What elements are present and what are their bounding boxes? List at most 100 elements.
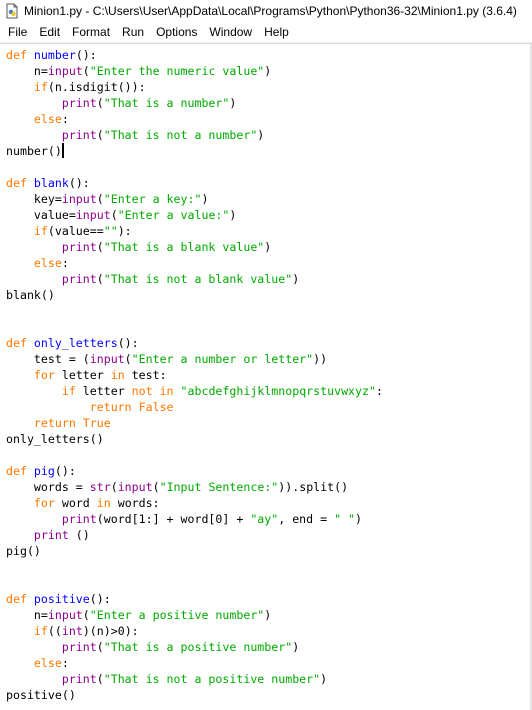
code-line[interactable]: def pig():	[6, 463, 532, 479]
code-token-st: "Enter the numeric value"	[89, 64, 265, 78]
code-line[interactable]: if(value==""):	[6, 223, 532, 239]
code-line[interactable]: if(n.isdigit()):	[6, 79, 532, 95]
menu-format[interactable]: Format	[66, 25, 116, 39]
code-token: ((	[47, 624, 62, 638]
code-line[interactable]: test = (input("Enter a number or letter"…	[6, 351, 532, 367]
code-token-kw: if	[33, 224, 48, 238]
code-token-kw: if	[61, 384, 76, 398]
code-token-st: "Enter a positive number"	[89, 608, 265, 622]
code-token: ():	[75, 48, 97, 62]
code-line[interactable]: print("That is a blank value")	[6, 239, 532, 255]
code-token: , end =	[278, 512, 335, 526]
code-line[interactable]: return False	[6, 399, 532, 415]
code-line[interactable]: def only_letters():	[6, 335, 532, 351]
code-line[interactable]	[6, 447, 532, 463]
code-line[interactable]: pig()	[6, 543, 532, 559]
code-token: :	[61, 256, 69, 270]
code-token-st: "That is not a blank value"	[103, 272, 293, 286]
code-line[interactable]: else:	[6, 111, 532, 127]
code-line[interactable]: number()	[6, 143, 532, 159]
code-line[interactable]: if letter not in "abcdefghijklmnopqrstuv…	[6, 383, 532, 399]
code-token-st: "Enter a key:"	[103, 192, 202, 206]
code-token-df: number	[33, 48, 76, 62]
code-token: test = (	[6, 352, 90, 366]
code-token-bi: print	[61, 96, 97, 110]
menu-edit[interactable]: Edit	[33, 25, 66, 39]
code-token: )	[229, 96, 237, 110]
code-line[interactable]	[6, 559, 532, 575]
menu-file[interactable]: File	[2, 25, 33, 39]
code-line[interactable]: blank()	[6, 287, 532, 303]
code-line[interactable]: print("That is a number")	[6, 95, 532, 111]
code-token: ():	[68, 176, 90, 190]
menu-options[interactable]: Options	[150, 25, 203, 39]
code-token: )(n)>0):	[82, 624, 139, 638]
code-token-bi: print	[61, 128, 97, 142]
code-line[interactable]: for word in words:	[6, 495, 532, 511]
code-line[interactable]: positive()	[6, 687, 532, 703]
code-editor[interactable]: def number(): n=input("Enter the numeric…	[0, 43, 532, 710]
code-token-kw: def	[6, 48, 34, 62]
code-token-st: " "	[334, 512, 356, 526]
code-token: word	[54, 496, 97, 510]
code-line[interactable]: print("That is not a number")	[6, 127, 532, 143]
code-line[interactable]	[6, 159, 532, 175]
menu-window[interactable]: Window	[203, 25, 258, 39]
code-line[interactable]: return True	[6, 415, 532, 431]
code-token: (	[96, 128, 104, 142]
code-line[interactable]: n=input("Enter a positive number")	[6, 607, 532, 623]
code-text-area[interactable]: def number(): n=input("Enter the numeric…	[0, 44, 532, 703]
code-line[interactable]: print("That is not a blank value")	[6, 271, 532, 287]
code-token-st: "abcdefghijklmnopqrstuvwxyz"	[180, 384, 376, 398]
code-line[interactable]: else:	[6, 655, 532, 671]
code-line[interactable]: print ()	[6, 527, 532, 543]
code-line[interactable]: def positive():	[6, 591, 532, 607]
code-token: ():	[54, 464, 76, 478]
code-line[interactable]	[6, 303, 532, 319]
code-token: )	[264, 64, 272, 78]
code-line[interactable]	[6, 319, 532, 335]
code-token: words =	[6, 480, 90, 494]
code-token: (	[82, 608, 90, 622]
code-line[interactable]: else:	[6, 255, 532, 271]
code-token-kw: def	[6, 592, 34, 606]
menu-help[interactable]: Help	[258, 25, 295, 39]
code-line[interactable]: only_letters()	[6, 431, 532, 447]
code-token-kw: in	[96, 496, 111, 510]
code-token-kw: def	[6, 176, 34, 190]
code-line[interactable]: value=input("Enter a value:")	[6, 207, 532, 223]
code-line[interactable]: def number():	[6, 47, 532, 63]
menu-bar: File Edit Format Run Options Window Help	[0, 22, 532, 43]
code-token-bi: input	[75, 208, 111, 222]
code-token-kw: for	[33, 496, 55, 510]
code-token: pig()	[6, 544, 41, 558]
code-token: (	[110, 480, 118, 494]
code-token: (	[152, 480, 160, 494]
code-line[interactable]: print("That is a positive number")	[6, 639, 532, 655]
code-token: (word[1:] + word[0] +	[96, 512, 251, 526]
code-token-bi: print	[33, 528, 69, 542]
code-line[interactable]: if((int)(n)>0):	[6, 623, 532, 639]
code-line[interactable]: print("That is not a positive number")	[6, 671, 532, 687]
code-token: (	[124, 352, 132, 366]
code-line[interactable]: for letter in test:	[6, 367, 532, 383]
code-line[interactable]: def blank():	[6, 175, 532, 191]
code-token: )	[292, 640, 300, 654]
code-token-bi: input	[117, 480, 153, 494]
code-token: )	[355, 512, 363, 526]
menu-run[interactable]: Run	[116, 25, 150, 39]
code-line[interactable]	[6, 575, 532, 591]
code-line[interactable]: key=input("Enter a key:")	[6, 191, 532, 207]
code-line[interactable]: words = str(input("Input Sentence:")).sp…	[6, 479, 532, 495]
code-token-bi: print	[61, 272, 97, 286]
code-line[interactable]: print(word[1:] + word[0] + "ay", end = "…	[6, 511, 532, 527]
code-token-kw: not in	[131, 384, 174, 398]
code-token: n=	[6, 608, 48, 622]
code-line[interactable]: n=input("Enter the numeric value")	[6, 63, 532, 79]
